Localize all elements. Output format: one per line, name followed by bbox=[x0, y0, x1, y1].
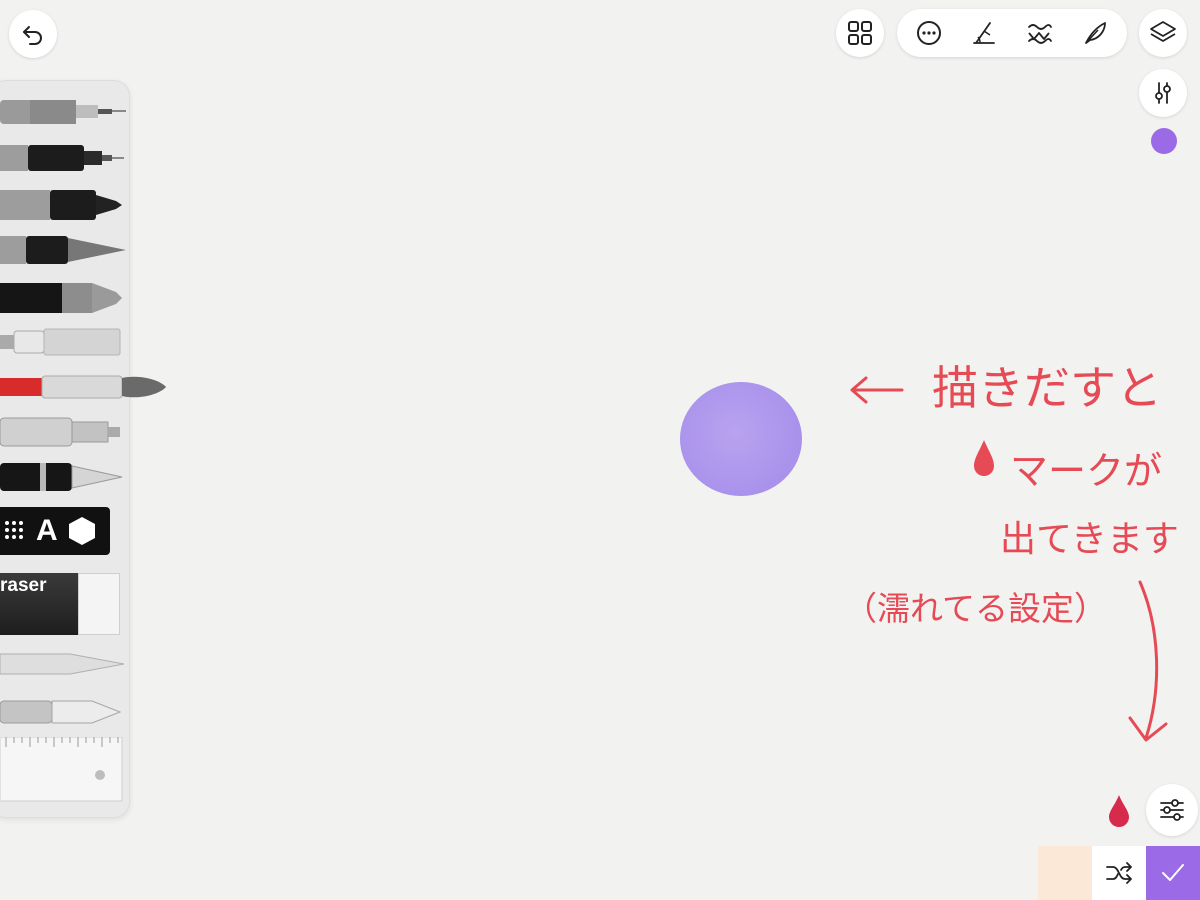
arrow-down-icon bbox=[1128, 580, 1168, 742]
flat-brush-tool[interactable] bbox=[0, 325, 130, 361]
water-drop-icon bbox=[974, 440, 994, 476]
wet-paint-indicator-icon bbox=[1109, 795, 1129, 827]
tool-options-bar bbox=[897, 9, 1127, 57]
paint-blob bbox=[680, 382, 802, 496]
cutter-tool[interactable] bbox=[0, 695, 130, 727]
gallery-button[interactable] bbox=[836, 9, 884, 57]
pencil-tool[interactable] bbox=[0, 278, 130, 318]
hexagon-icon bbox=[68, 517, 95, 545]
technical-pen-tool[interactable] bbox=[0, 94, 130, 134]
layers-icon bbox=[1150, 21, 1176, 42]
blender-tool[interactable] bbox=[0, 648, 130, 680]
fineliner-tool[interactable] bbox=[0, 139, 130, 179]
round-brush-tool[interactable] bbox=[0, 370, 170, 406]
undo-icon bbox=[23, 26, 42, 45]
ruler-tool[interactable] bbox=[0, 737, 130, 803]
handwritten-note: 描きだすと マークが 出てきます （濡れてる設定） bbox=[840, 330, 1180, 750]
pen-pressure-button[interactable] bbox=[964, 13, 1004, 53]
sliders-icon bbox=[1155, 82, 1171, 104]
brush-settings-button[interactable] bbox=[1075, 13, 1115, 53]
note-line-1: 描きだすと bbox=[932, 361, 1162, 415]
checkmark-icon bbox=[1162, 864, 1184, 881]
more-icon bbox=[916, 21, 941, 45]
arrow-left-icon bbox=[850, 376, 904, 404]
brush-pen-tool[interactable] bbox=[0, 230, 130, 270]
undo-button[interactable] bbox=[9, 10, 57, 58]
brush-adjust-button[interactable] bbox=[1146, 784, 1198, 836]
shuffle-button[interactable] bbox=[1092, 846, 1146, 900]
text-tool-letter: A bbox=[36, 514, 58, 547]
palette-color-swatch[interactable] bbox=[1038, 846, 1092, 900]
eraser-label: raser bbox=[0, 575, 47, 596]
pen-angle-icon bbox=[973, 22, 996, 44]
eraser-tool[interactable]: raser bbox=[0, 573, 120, 635]
feather-icon bbox=[1085, 22, 1107, 44]
shape-stamp-tool[interactable]: A bbox=[0, 507, 110, 555]
smoothing-button[interactable] bbox=[1020, 13, 1060, 53]
note-line-2: マークが bbox=[1010, 449, 1163, 493]
dot-grid-icon bbox=[5, 521, 23, 539]
more-button[interactable] bbox=[909, 13, 949, 53]
ballpoint-tool[interactable] bbox=[0, 412, 130, 452]
note-line-3: 出てきます bbox=[1000, 519, 1179, 560]
confirm-button[interactable] bbox=[1146, 846, 1200, 900]
current-color-swatch[interactable] bbox=[1151, 128, 1177, 154]
shuffle-icon bbox=[1106, 862, 1132, 884]
fountain-pen-tool[interactable] bbox=[0, 457, 130, 497]
grid-icon bbox=[848, 21, 872, 45]
marker-tool[interactable] bbox=[0, 185, 130, 225]
adjust-button[interactable] bbox=[1139, 69, 1187, 117]
note-line-4: （濡れてる設定） bbox=[844, 589, 1108, 628]
horizontal-sliders-icon bbox=[1160, 799, 1184, 821]
layers-button[interactable] bbox=[1139, 9, 1187, 57]
wave-icon bbox=[1027, 24, 1052, 44]
